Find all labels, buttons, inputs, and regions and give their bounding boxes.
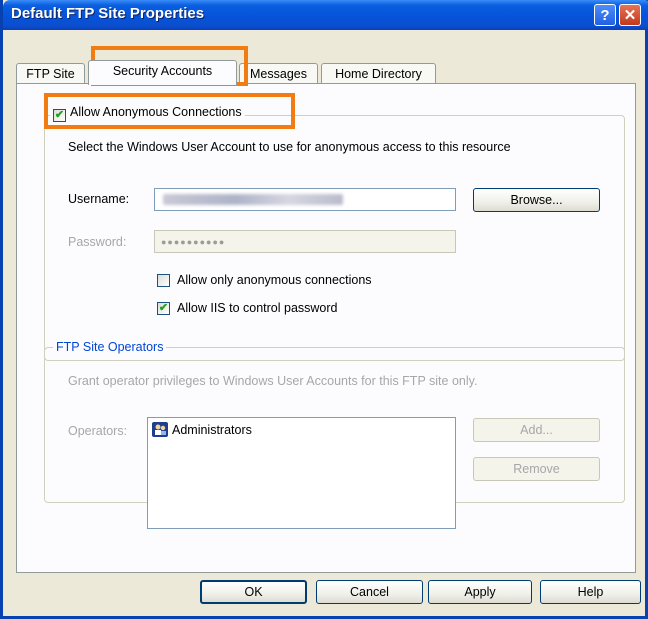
close-icon[interactable]: ✕ <box>619 4 641 26</box>
only-anonymous-checkbox[interactable] <box>157 274 170 287</box>
allow-anonymous-label: Allow Anonymous Connections <box>70 105 242 119</box>
tab-home-directory[interactable]: Home Directory <box>321 63 436 84</box>
browse-button[interactable]: Browse... <box>473 188 600 212</box>
cancel-button[interactable]: Cancel <box>316 580 423 604</box>
security-accounts-page: ✔ Allow Anonymous Connections Select the … <box>16 83 636 573</box>
password-label: Password: <box>68 235 127 249</box>
list-item[interactable]: Administrators <box>152 422 252 437</box>
allow-anonymous-checkbox[interactable]: ✔ <box>53 109 66 122</box>
anonymous-group-legend: ✔ Allow Anonymous Connections <box>50 105 245 122</box>
tab-messages[interactable]: Messages <box>239 63 318 84</box>
dialog-title: Default FTP Site Properties <box>11 5 205 22</box>
operators-list[interactable]: Administrators <box>147 417 456 529</box>
iis-control-label: Allow IIS to control password <box>177 301 338 315</box>
group-users-icon <box>152 422 168 437</box>
operators-group-legend: FTP Site Operators <box>53 340 167 354</box>
apply-button[interactable]: Apply <box>428 580 532 604</box>
help-button[interactable]: Help <box>540 580 641 604</box>
title-bar[interactable]: Default FTP Site Properties ? ✕ <box>3 0 648 30</box>
redacted-username <box>163 194 343 205</box>
add-button[interactable]: Add... <box>473 418 600 442</box>
username-label: Username: <box>68 192 130 206</box>
properties-dialog: Default FTP Site Properties ? ✕ FTP Site… <box>0 0 648 619</box>
password-field[interactable]: ●●●●●●●●●● <box>154 230 456 253</box>
anonymous-description: Select the Windows User Account to use f… <box>68 140 511 154</box>
tab-security-accounts[interactable]: Security Accounts <box>88 60 237 85</box>
operators-label: Operators: <box>68 424 128 438</box>
only-anonymous-label: Allow only anonymous connections <box>177 273 372 287</box>
remove-button[interactable]: Remove <box>473 457 600 481</box>
tab-ftp-site[interactable]: FTP Site <box>16 63 85 84</box>
operator-name: Administrators <box>172 422 252 437</box>
ok-button[interactable]: OK <box>200 580 307 604</box>
username-field[interactable] <box>154 188 456 211</box>
iis-control-checkbox[interactable]: ✔ <box>157 302 170 315</box>
help-icon[interactable]: ? <box>594 4 616 26</box>
operators-description: Grant operator privileges to Windows Use… <box>68 374 478 388</box>
